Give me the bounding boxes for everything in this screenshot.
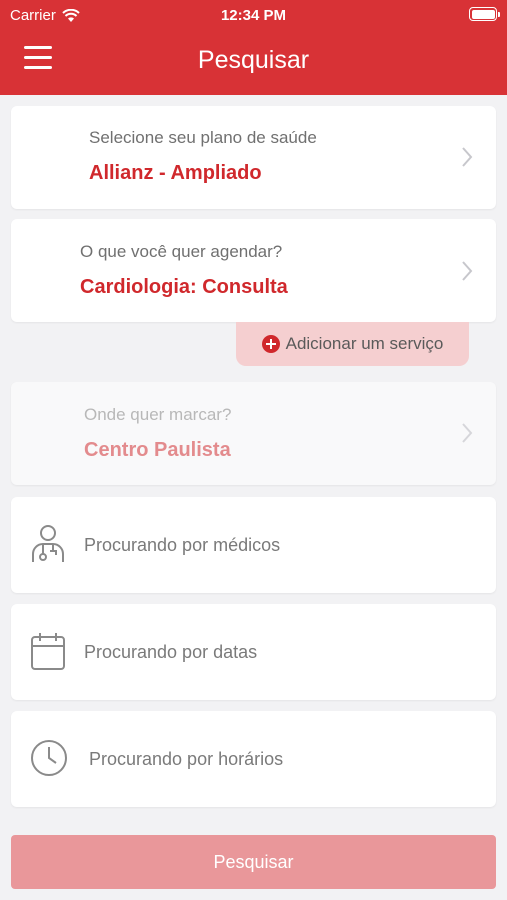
- chevron-right-icon: [462, 147, 473, 167]
- plus-circle-icon: [261, 335, 280, 353]
- health-plan-label: Selecione seu plano de saúde: [89, 128, 317, 147]
- doctors-filter[interactable]: Procurando por médicos: [11, 497, 496, 593]
- service-selector[interactable]: O que você quer agendar? Cardiologia: Co…: [11, 219, 496, 322]
- calendar-icon: [31, 633, 65, 670]
- status-time: 12:34 PM: [220, 7, 287, 24]
- health-plan-value: Allianz - Ampliado: [89, 162, 262, 184]
- search-button[interactable]: Pesquisar: [11, 835, 496, 889]
- chevron-right-icon: [462, 261, 473, 281]
- times-filter[interactable]: Procurando por horários: [11, 711, 496, 807]
- clock-icon: [31, 740, 67, 776]
- health-plan-selector[interactable]: Selecione seu plano de saúde Allianz - A…: [11, 106, 496, 209]
- service-label: O que você quer agendar?: [80, 242, 283, 261]
- add-service-label: Adicionar um serviço: [285, 334, 444, 353]
- service-value: Cardiologia: Consulta: [80, 276, 288, 298]
- status-bar: Carrier 12:34 PM: [0, 0, 507, 30]
- times-filter-label: Procurando por horários: [89, 749, 284, 769]
- location-value: Centro Paulista: [84, 439, 231, 461]
- dates-filter[interactable]: Procurando por datas: [11, 604, 496, 700]
- add-service-button[interactable]: Adicionar um serviço: [236, 322, 469, 366]
- battery-icon: [469, 7, 500, 21]
- page-title: Pesquisar: [197, 46, 310, 74]
- app-header: Carrier 12:34 PM Pesquisar: [0, 0, 507, 95]
- doctors-filter-label: Procurando por médicos: [84, 535, 281, 555]
- doctor-icon: [32, 525, 64, 562]
- location-selector[interactable]: Onde quer marcar? Centro Paulista: [11, 382, 496, 485]
- dates-filter-label: Procurando por datas: [84, 642, 258, 662]
- location-label: Onde quer marcar?: [84, 405, 232, 424]
- chevron-right-icon: [462, 423, 473, 443]
